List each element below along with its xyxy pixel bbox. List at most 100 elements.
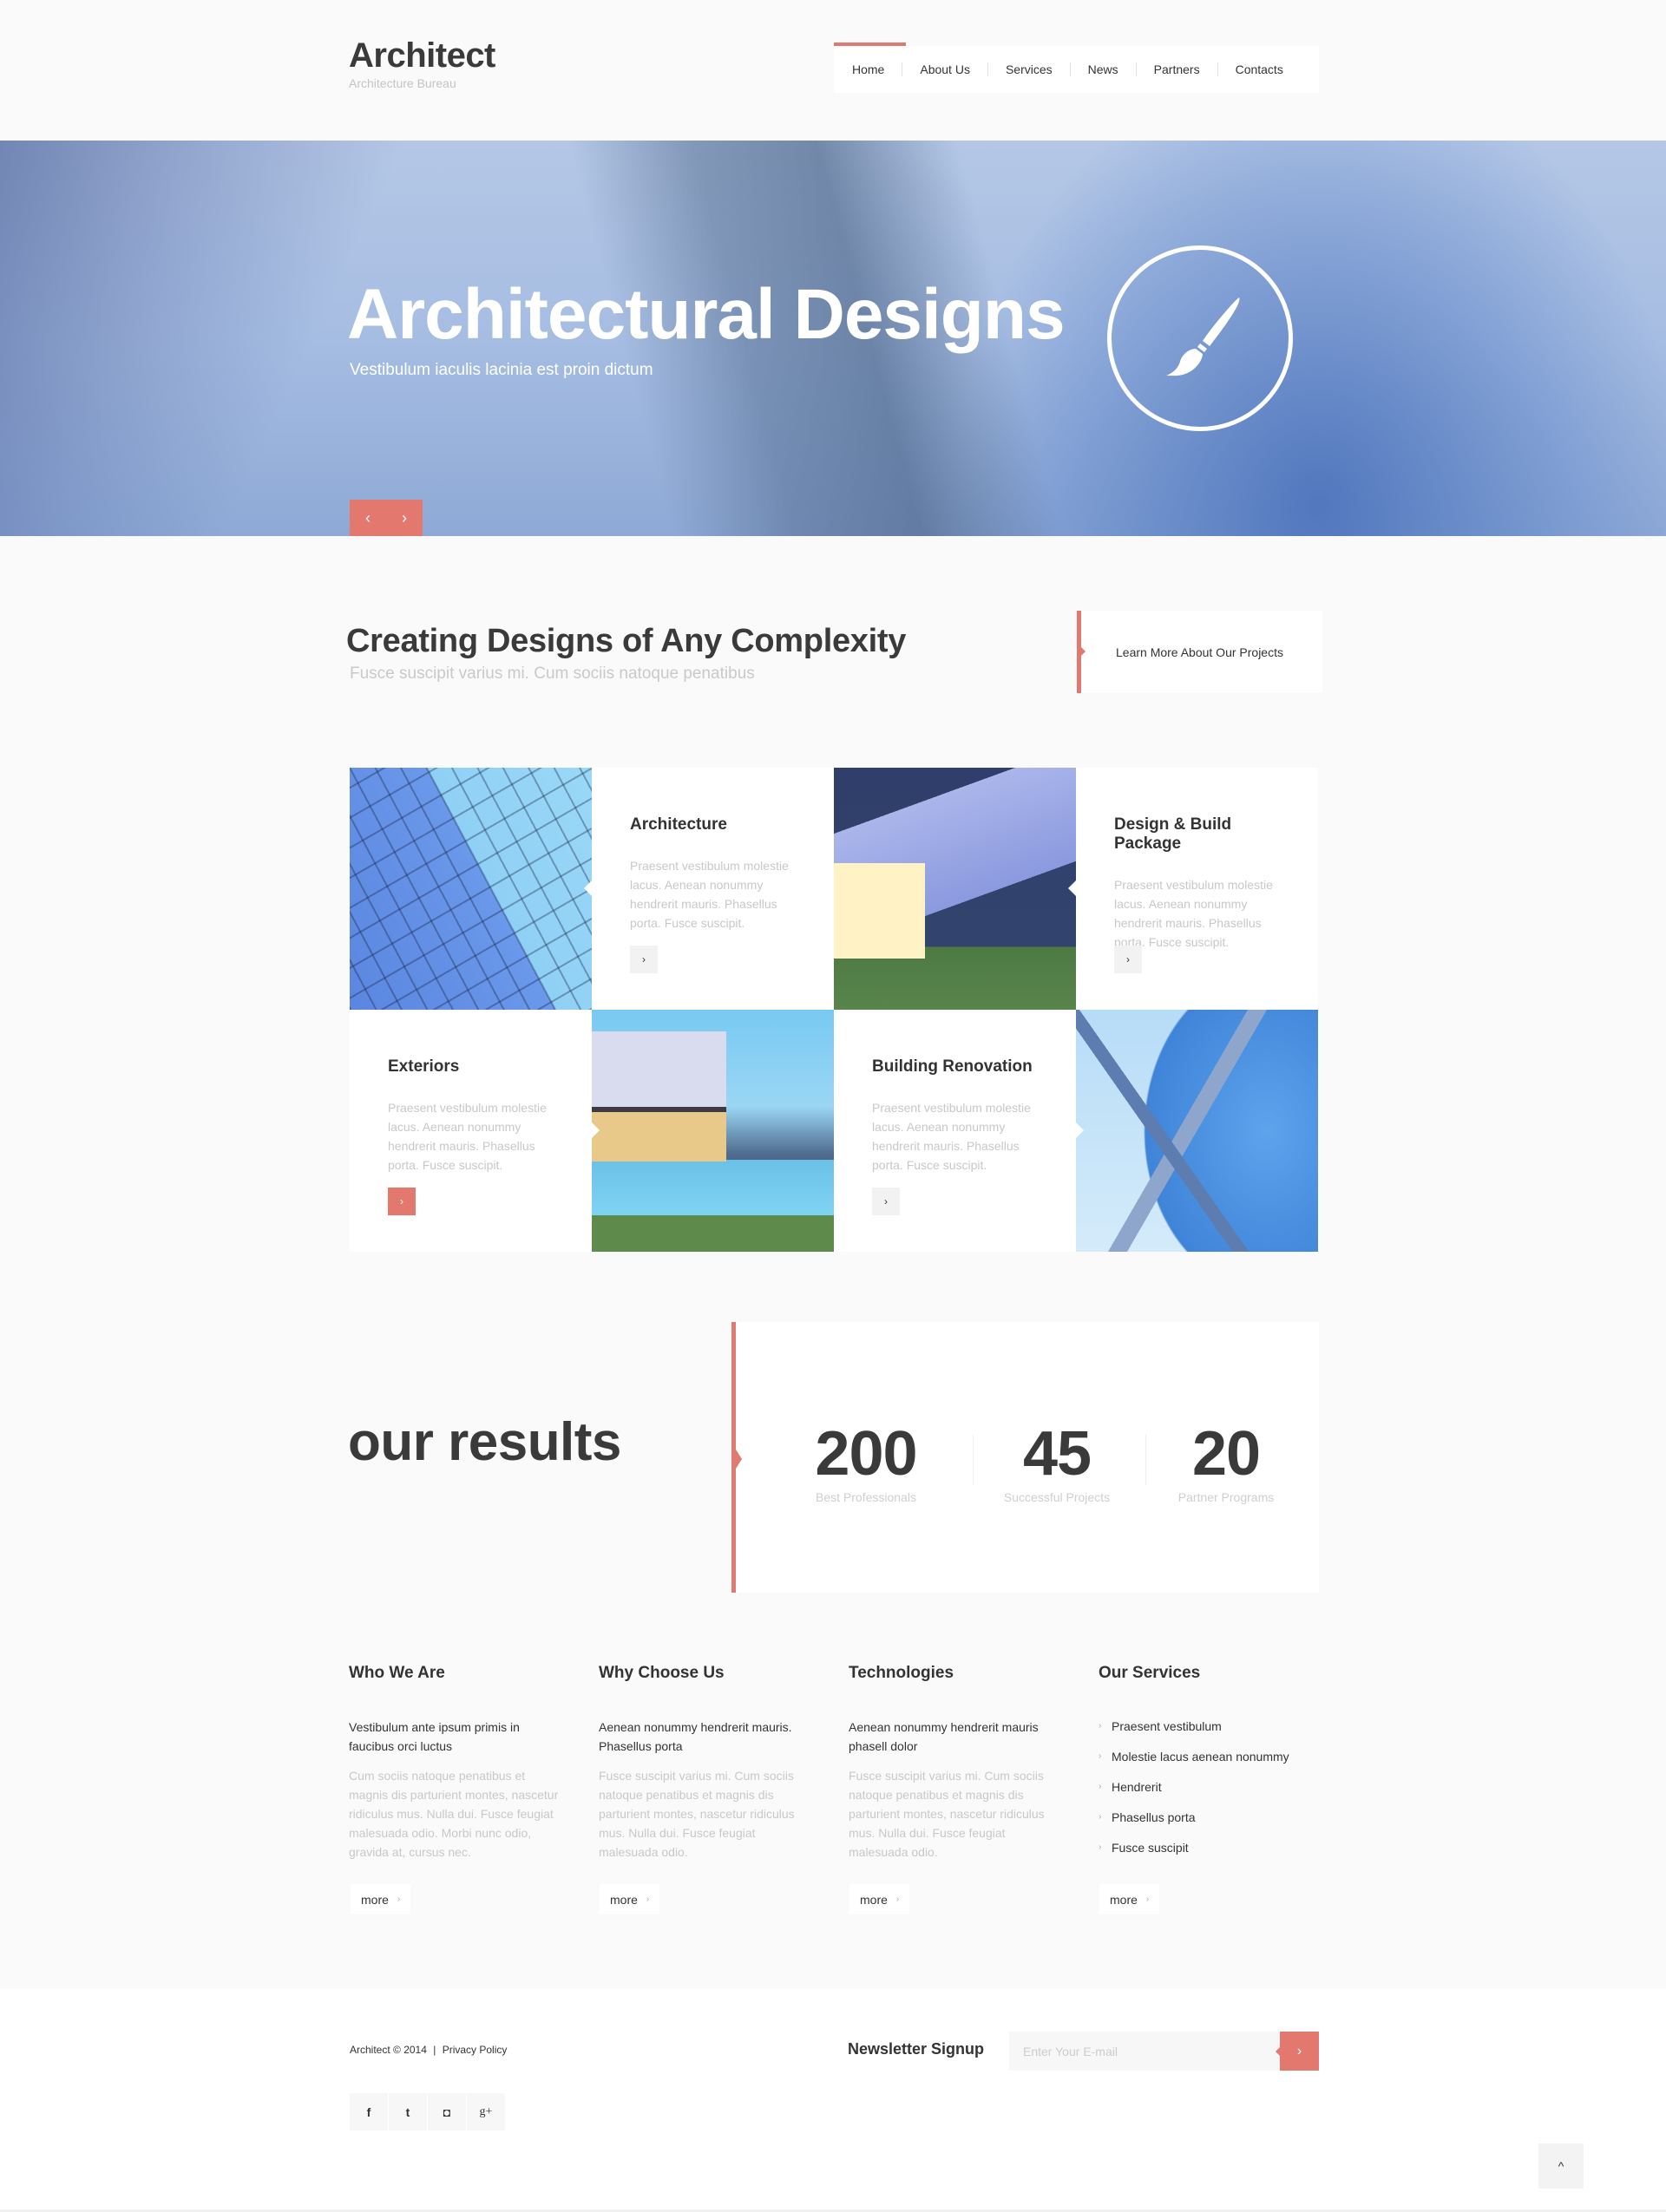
nav-item-news[interactable]: News	[1071, 62, 1137, 76]
service-card-exteriors: Exteriors Praesent vestibulum molestie l…	[350, 1010, 592, 1252]
service-card-title: Exteriors	[388, 1057, 460, 1076]
stat-label: Successful Projects	[1003, 1490, 1111, 1504]
footer	[0, 1989, 1666, 2209]
why-choose-us-more-button[interactable]: more ›	[600, 1884, 660, 1914]
stat-value: 200	[815, 1419, 917, 1489]
chevron-right-icon: ›	[646, 1895, 650, 1904]
stat-professionals: 200 Best Professionals	[805, 1423, 927, 1504]
stat-divider	[973, 1435, 974, 1485]
results-title: our results	[348, 1412, 621, 1472]
twitter-icon[interactable]: t	[389, 2093, 427, 2130]
newsletter-label: Newsletter Signup	[848, 2040, 985, 2058]
nav-item-partners[interactable]: Partners	[1137, 62, 1218, 76]
services-list-item[interactable]: › Molestie lacus aenean nonummy	[1099, 1748, 1315, 1765]
column-title: Our Services	[1099, 1664, 1201, 1682]
service-card-renovation: Building Renovation Praesent vestibulum …	[834, 1010, 1076, 1252]
stat-value: 20	[1191, 1419, 1261, 1489]
slider-next-button[interactable]: ›	[386, 500, 423, 536]
site-logo[interactable]: Architect	[349, 38, 495, 73]
stat-partners: 20 Partner Programs	[1165, 1423, 1287, 1504]
copyright-separator: |	[433, 2044, 436, 2056]
who-we-are-more-button[interactable]: more ›	[351, 1884, 411, 1914]
column-title: Technologies	[849, 1664, 954, 1682]
technologies-more-button[interactable]: more ›	[849, 1884, 910, 1914]
renovation-image	[1076, 1010, 1318, 1252]
technologies-column: Technologies Aenean nonummy hendrerit ma…	[849, 1664, 1066, 1862]
column-body: Fusce suscipit varius mi. Cum sociis nat…	[599, 1769, 795, 1859]
service-card-title: Architecture	[630, 815, 727, 834]
service-card-arrow-button[interactable]: ›	[388, 1188, 416, 1215]
column-lead: Vestibulum ante ipsum primis in faucibus…	[349, 1720, 520, 1753]
design-build-image	[834, 768, 1076, 1010]
main-nav: Home About Us Services News Partners Con…	[834, 46, 1319, 93]
service-card-design-build: Design & Build Package Praesent vestibul…	[1076, 768, 1318, 1010]
who-we-are-column: Who We Are Vestibulum ante ipsum primis …	[349, 1664, 566, 1862]
chevron-right-icon: ›	[1099, 1842, 1102, 1852]
service-card-arrow-button[interactable]: ›	[630, 946, 658, 973]
hero-icon-circle	[1107, 245, 1293, 431]
site-tagline: Architecture Bureau	[349, 76, 456, 90]
stat-value: 45	[1022, 1419, 1092, 1489]
nav-item-home[interactable]: Home	[851, 62, 903, 76]
chevron-right-icon: ›	[1099, 1721, 1102, 1731]
learn-more-button[interactable]: Learn More About Our Projects	[1077, 611, 1322, 693]
services-grid: Architecture Praesent vestibulum molesti…	[350, 768, 1318, 1252]
service-card-text: Praesent vestibulum molestie lacus. Aene…	[872, 1101, 1031, 1172]
services-list-item[interactable]: › Fusce suscipit	[1099, 1839, 1315, 1856]
service-card-arrow-button[interactable]: ›	[1114, 946, 1142, 973]
results-panel: 200 Best Professionals 45 Successful Pro…	[731, 1322, 1319, 1593]
column-body: Cum sociis natoque penatibus et magnis d…	[349, 1769, 559, 1859]
privacy-policy-link[interactable]: Privacy Policy	[443, 2044, 508, 2056]
instagram-icon[interactable]: ◘	[428, 2093, 466, 2130]
exteriors-image	[592, 1010, 834, 1252]
stat-label: Partner Programs	[1177, 1490, 1275, 1504]
nav-item-contacts[interactable]: Contacts	[1218, 62, 1301, 76]
service-card-text: Praesent vestibulum molestie lacus. Aene…	[1114, 878, 1273, 949]
stat-label: Best Professionals	[816, 1490, 916, 1504]
back-to-top-button[interactable]: ^	[1538, 2143, 1584, 2189]
newsletter-email-input[interactable]	[1009, 2032, 1280, 2071]
column-title: Why Choose Us	[599, 1664, 725, 1682]
column-body: Fusce suscipit varius mi. Cum sociis nat…	[849, 1769, 1045, 1859]
our-services-more-button[interactable]: more ›	[1099, 1884, 1160, 1914]
service-card-title: Building Renovation	[872, 1057, 1033, 1076]
hero-title: Architectural Designs	[347, 275, 1066, 354]
services-list: › Praesent vestibulum › Molestie lacus aen…	[1099, 1718, 1315, 1856]
why-choose-us-column: Why Choose Us Aenean nonummy hendrerit m…	[599, 1664, 816, 1862]
chevron-right-icon: ›	[1099, 1751, 1102, 1761]
copyright: Architect © 2014 | Privacy Policy	[350, 2044, 507, 2056]
service-card-text: Praesent vestibulum molestie lacus. Aene…	[630, 859, 789, 930]
architecture-image	[350, 768, 592, 1010]
nav-item-services[interactable]: Services	[988, 62, 1071, 76]
social-links: f t ◘ g+	[350, 2093, 506, 2130]
copyright-text: Architect © 2014	[350, 2044, 427, 2056]
service-card-title: Design & Build Package	[1114, 815, 1232, 853]
intro-title: Creating Designs of Any Complexity	[346, 623, 907, 659]
hero-subtitle: Vestibulum iaculis lacinia est proin dic…	[350, 361, 653, 379]
nav-item-about-us[interactable]: About Us	[902, 62, 988, 76]
service-card-text: Praesent vestibulum molestie lacus. Aene…	[388, 1101, 547, 1172]
chevron-right-icon: ›	[1145, 1895, 1150, 1904]
paintbrush-icon	[1166, 298, 1240, 376]
newsletter-submit-button[interactable]: ›	[1276, 2032, 1319, 2071]
slider-controls: ‹ ›	[350, 500, 423, 536]
chevron-right-icon: ›	[1099, 1812, 1102, 1822]
services-list-item[interactable]: › Hendrerit	[1099, 1778, 1315, 1796]
facebook-icon[interactable]: f	[350, 2093, 388, 2130]
stat-divider	[1145, 1435, 1146, 1485]
intro-subtitle: Fusce suscipit varius mi. Cum sociis nat…	[350, 664, 755, 683]
services-list-item[interactable]: › Phasellus porta	[1099, 1809, 1315, 1826]
service-card-architecture: Architecture Praesent vestibulum molesti…	[592, 768, 834, 1010]
services-list-item[interactable]: › Praesent vestibulum	[1099, 1718, 1315, 1735]
column-lead: Aenean nonummy hendrerit mauris. Phasell…	[599, 1720, 792, 1753]
column-title: Who We Are	[349, 1664, 445, 1682]
column-lead: Aenean nonummy hendrerit mauris phasell …	[849, 1720, 1039, 1753]
our-services-column: Our Services › Praesent vestibulum › Moles…	[1099, 1664, 1315, 1869]
chevron-right-icon: ›	[397, 1895, 401, 1904]
slider-prev-button[interactable]: ‹	[350, 500, 386, 536]
service-card-arrow-button[interactable]: ›	[872, 1188, 900, 1215]
chevron-right-icon: ›	[1099, 1782, 1102, 1791]
google-plus-icon[interactable]: g+	[467, 2093, 505, 2130]
stat-projects: 45 Successful Projects	[996, 1423, 1118, 1504]
chevron-right-icon: ›	[895, 1895, 900, 1904]
